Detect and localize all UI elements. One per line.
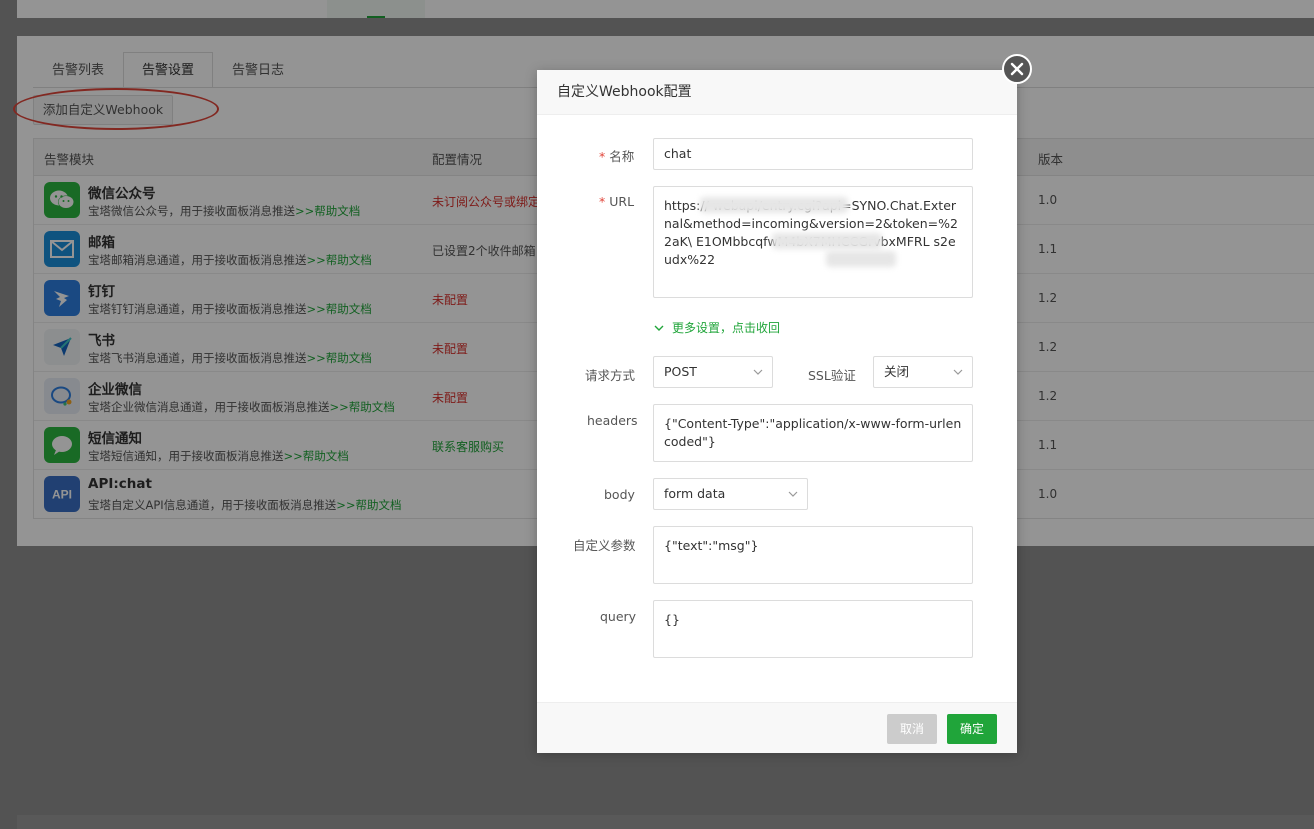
- ssl-select[interactable]: 关闭: [873, 356, 973, 388]
- headers-textarea[interactable]: {"Content-Type":"application/x-www-form-…: [653, 404, 973, 462]
- chevron-down-icon: [753, 369, 763, 375]
- confirm-button[interactable]: 确定: [947, 714, 997, 744]
- close-icon[interactable]: [1002, 54, 1032, 84]
- url-textarea[interactable]: https:// webapi/entry.cgi?api=SYNO.Chat.…: [653, 186, 973, 298]
- method-label: 请求方式: [585, 368, 636, 383]
- query-label: query: [600, 609, 637, 624]
- redaction-blur: [826, 251, 896, 267]
- body-select[interactable]: form data: [653, 478, 808, 510]
- body-label: body: [604, 487, 635, 502]
- webhook-config-dialog: 自定义Webhook配置 *名称 chat *URL https:// weba…: [537, 54, 1032, 753]
- chevron-down-icon: [654, 325, 664, 331]
- name-input[interactable]: chat: [653, 138, 973, 170]
- name-label: * 名称: [599, 149, 635, 164]
- more-settings-toggle[interactable]: 更多设置，点击收回: [654, 319, 780, 336]
- cancel-button[interactable]: 取消: [887, 714, 937, 744]
- ssl-label: SSL验证: [808, 368, 856, 383]
- params-textarea[interactable]: {"text":"msg"}: [653, 526, 973, 584]
- dialog-footer: 取消 确定: [537, 702, 1017, 753]
- chevron-down-icon: [953, 369, 963, 375]
- method-select[interactable]: POST: [653, 356, 773, 388]
- chevron-down-icon: [788, 491, 798, 497]
- headers-label: headers: [587, 413, 638, 428]
- dialog-title: 自定义Webhook配置: [537, 70, 1017, 115]
- url-label: * URL: [599, 194, 635, 209]
- redaction-blur: [700, 197, 848, 213]
- query-textarea[interactable]: {}: [653, 600, 973, 658]
- redaction-blur: [772, 233, 882, 249]
- params-label: 自定义参数: [573, 538, 636, 553]
